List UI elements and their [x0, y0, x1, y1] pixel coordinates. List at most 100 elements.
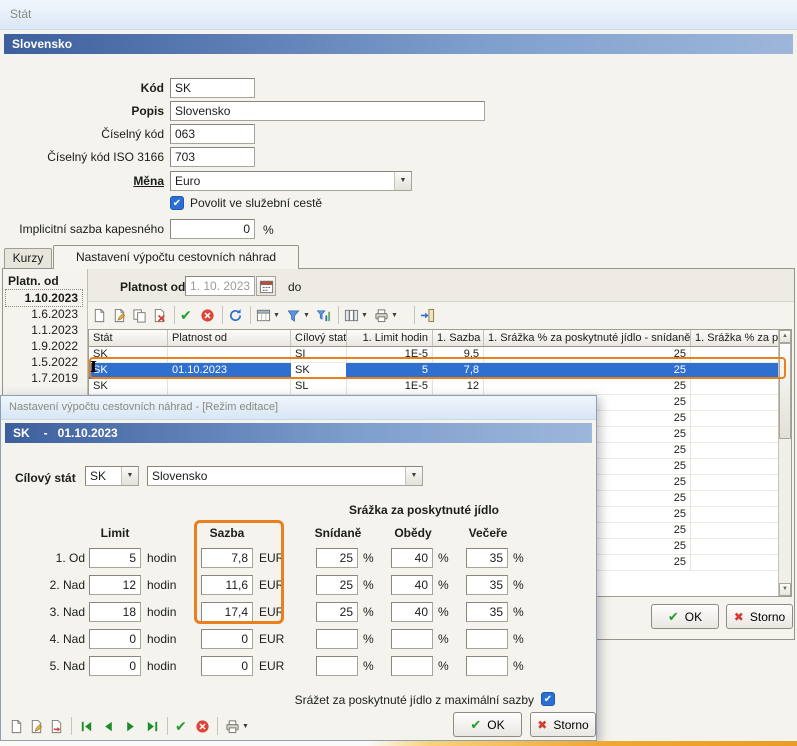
cilovy-code-dropdown-icon[interactable]: ▼ — [121, 467, 138, 485]
delete-record-button[interactable] — [152, 305, 167, 325]
dlg-accept-button[interactable]: ✔ — [175, 716, 187, 736]
ciselny-kod-input[interactable] — [170, 124, 255, 144]
snidane-input[interactable] — [316, 602, 358, 622]
ok-button[interactable]: ✔ OK — [651, 604, 719, 629]
accept-button[interactable]: ✔ — [180, 305, 192, 325]
view-button[interactable]: ▼ — [256, 305, 280, 325]
mena-label[interactable]: Měna — [0, 171, 164, 191]
cell-extra — [691, 475, 780, 491]
col-header-snidane[interactable]: 1. Srážka % za poskytnuté jídlo - snídan… — [484, 330, 691, 347]
vecere-input[interactable] — [466, 575, 508, 595]
limit-input[interactable] — [89, 548, 141, 568]
rate-row: 4. Nad hodin EUR % % % — [1, 629, 598, 656]
kod-input[interactable] — [170, 78, 255, 98]
dlg-ok-button[interactable]: ✔ OK — [453, 712, 522, 737]
hodin-label: hodin — [147, 605, 176, 619]
dlg-edit-button[interactable] — [29, 716, 44, 736]
vecere-input[interactable] — [466, 548, 508, 568]
cancel-button[interactable] — [200, 305, 215, 325]
snidane-input[interactable] — [316, 575, 358, 595]
col-header-cilovy[interactable]: Cílový stat — [291, 330, 347, 347]
edit-record-button[interactable] — [112, 305, 127, 325]
dlg-cancel-button[interactable] — [195, 716, 210, 736]
nav-last-button[interactable] — [145, 716, 160, 736]
popis-input[interactable] — [170, 101, 485, 121]
copy-record-button[interactable] — [132, 305, 147, 325]
scroll-down-icon[interactable]: ▼ — [779, 583, 791, 596]
refresh-button[interactable] — [228, 305, 243, 325]
refresh-icon — [228, 308, 243, 323]
grid-row[interactable]: SK SL 1E-5 12 25 — [89, 379, 779, 395]
cell-extra — [691, 523, 780, 539]
record-header: Slovensko — [4, 34, 793, 54]
obedy-input[interactable] — [391, 656, 433, 676]
col-header-extra[interactable]: 1. Srážka % za pos — [691, 330, 780, 347]
calendar-button[interactable] — [256, 276, 276, 296]
datelist-item[interactable]: 1.7.2019 — [6, 370, 82, 386]
grid-header: Stát Platnost od Cílový stat 1. Limit ho… — [89, 330, 779, 347]
scroll-up-icon[interactable]: ▲ — [779, 330, 791, 343]
cilovy-name-value: Slovensko — [152, 467, 207, 485]
cilovy-name-combobox[interactable]: Slovensko ▼ — [147, 466, 423, 486]
tab-nastaveni[interactable]: Nastavení výpočtu cestovních náhrad — [53, 245, 299, 269]
tab-kurzy[interactable]: Kurzy — [4, 248, 52, 268]
nav-first-button[interactable] — [79, 716, 94, 736]
storno-button[interactable]: ✖ Storno — [726, 604, 793, 629]
datelist-item[interactable]: 1.9.2022 — [6, 338, 82, 354]
obedy-input[interactable] — [391, 629, 433, 649]
print-dropdown-icon[interactable]: ▼ — [391, 312, 398, 319]
limit-input[interactable] — [89, 575, 141, 595]
snidane-input[interactable] — [316, 656, 358, 676]
kapesne-input[interactable] — [170, 219, 255, 239]
vecere-input[interactable] — [466, 602, 508, 622]
datelist-item[interactable]: 1.10.2023 — [6, 290, 82, 306]
snidane-input[interactable] — [316, 629, 358, 649]
vecere-input[interactable] — [466, 656, 508, 676]
mena-combobox[interactable]: Euro ▼ — [170, 171, 412, 191]
view-dropdown-icon[interactable]: ▼ — [273, 312, 280, 319]
new-record-button[interactable] — [92, 305, 107, 325]
datelist-item[interactable]: 1.1.2023 — [6, 322, 82, 338]
iso-input[interactable] — [170, 147, 255, 167]
dlg-storno-button[interactable]: ✖ Storno — [530, 712, 596, 737]
col-header-limit[interactable]: 1. Limit hodin — [347, 330, 433, 347]
col-header-sazba[interactable]: 1. Sazba — [433, 330, 484, 347]
limit-input[interactable] — [89, 629, 141, 649]
obedy-input[interactable] — [391, 575, 433, 595]
export-button[interactable] — [420, 305, 435, 325]
sazba-input[interactable] — [201, 656, 253, 676]
cilovy-code-combobox[interactable]: SK ▼ — [85, 466, 139, 486]
mena-dropdown-icon[interactable]: ▼ — [394, 172, 411, 190]
datelist-item[interactable]: 1.6.2023 — [6, 306, 82, 322]
limit-input[interactable] — [89, 656, 141, 676]
col-header-stat[interactable]: Stát — [89, 330, 168, 347]
filter-settings-button[interactable] — [316, 305, 331, 325]
nav-next-button[interactable] — [123, 716, 138, 736]
print-button[interactable]: ▼ — [374, 305, 398, 325]
srazet-checkbox[interactable]: ✔ — [541, 692, 555, 706]
sazba-input[interactable] — [201, 629, 253, 649]
povolit-checkbox[interactable]: ✔ — [170, 196, 184, 210]
snidane-input[interactable] — [316, 548, 358, 568]
datelist-item[interactable]: 1.5.2022 — [6, 354, 82, 370]
rate-row: 3. Nad hodin EUR % % % — [1, 602, 598, 629]
platnost-od-input[interactable] — [185, 276, 255, 296]
col-header-platnost[interactable]: Platnost od — [168, 330, 291, 347]
columns-dropdown-icon[interactable]: ▼ — [361, 312, 368, 319]
cilovy-name-dropdown-icon[interactable]: ▼ — [405, 467, 422, 485]
dlg-new-button[interactable] — [9, 716, 24, 736]
dlg-print-dropdown-icon[interactable]: ▼ — [242, 723, 249, 730]
cell-extra — [691, 507, 780, 523]
obedy-input[interactable] — [391, 548, 433, 568]
dlg-print-button[interactable]: ▼ — [225, 716, 249, 736]
tab-nastaveni-label: Nastavení výpočtu cestovních náhrad — [76, 250, 276, 264]
limit-input[interactable] — [89, 602, 141, 622]
dlg-export-button[interactable] — [49, 716, 64, 736]
dlg-storno-cross-icon: ✖ — [537, 718, 547, 732]
columns-button[interactable]: ▼ — [344, 305, 368, 325]
filter-dropdown-icon[interactable]: ▼ — [303, 312, 310, 319]
nav-prev-button[interactable] — [101, 716, 116, 736]
vecere-input[interactable] — [466, 629, 508, 649]
filter-button[interactable]: ▼ — [286, 305, 310, 325]
obedy-input[interactable] — [391, 602, 433, 622]
